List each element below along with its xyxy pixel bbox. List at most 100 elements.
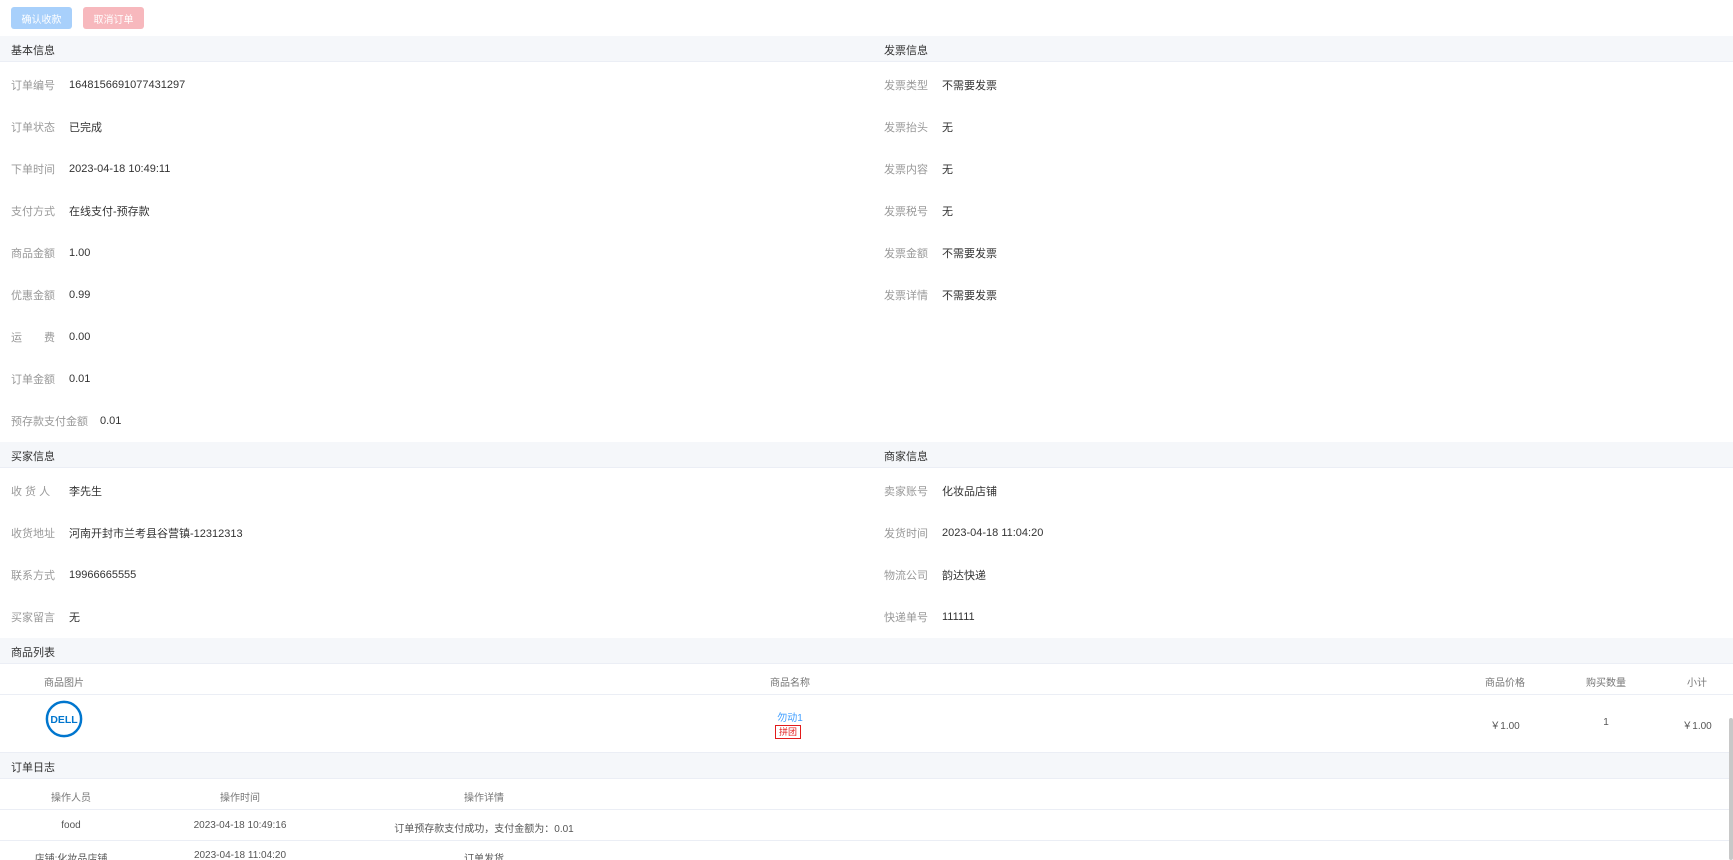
field-label: 发票详情 [884, 290, 928, 302]
field-value: 19966665555 [69, 569, 137, 581]
field-value: 0.99 [69, 289, 91, 301]
field-label: 下单时间 [11, 164, 55, 176]
toolbar: 确认收款 取消订单 [11, 7, 144, 29]
field-value: 无 [942, 164, 953, 176]
log-operator: 店铺:化妆品店铺 [34, 854, 108, 860]
basic-row-shipping-fee: 运 费 0.00 [11, 329, 90, 345]
dell-logo-text: DELL [50, 715, 78, 726]
field-value: 1648156691077431297 [69, 79, 186, 91]
field-value: 不需要发票 [942, 290, 997, 302]
group-buy-tag: 拼团 [775, 725, 802, 739]
basic-row-payment-method: 支付方式 在线支付-预存款 [11, 203, 150, 219]
field-value: 无 [942, 122, 953, 134]
section-header-log: 订单日志 [0, 753, 1733, 779]
field-label: 支付方式 [11, 206, 55, 218]
log-detail: 订单发货 [464, 854, 504, 860]
section-header-goods: 商品列表 [0, 638, 1733, 664]
field-label: 收 货 人 [11, 486, 51, 498]
invoice-row-header: 发票抬头 无 [884, 119, 953, 135]
log-time: 2023-04-18 11:04:20 [193, 850, 287, 860]
seller-row-account: 卖家账号 化妆品店铺 [884, 483, 997, 499]
basic-row-order-amount: 订单金额 0.01 [11, 371, 90, 387]
col-operate-time: 操作时间 [220, 793, 260, 804]
invoice-row-detail: 发票详情 不需要发票 [884, 287, 997, 303]
field-value: 1.00 [69, 247, 91, 259]
invoice-row-amount: 发票金额 不需要发票 [884, 245, 997, 261]
basic-row-deposit-payment: 预存款支付金额 0.01 [11, 413, 121, 429]
field-label: 预存款支付金额 [11, 416, 88, 428]
field-label: 发票抬头 [884, 122, 928, 134]
field-label: 收货地址 [11, 528, 55, 540]
cancel-order-button[interactable]: 取消订单 [83, 7, 144, 29]
buyer-info-title: 买家信息 [11, 451, 55, 463]
field-value: 河南开封市兰考县谷营镇-12312313 [69, 528, 243, 540]
log-detail: 订单预存款支付成功，支付金额为：0.01 [394, 824, 574, 835]
goods-list-title: 商品列表 [11, 647, 55, 659]
field-label: 卖家账号 [884, 486, 928, 498]
field-value: 不需要发票 [942, 80, 997, 92]
field-value: 0.00 [69, 331, 91, 343]
section-header-buyer-seller: 买家信息 商家信息 [0, 442, 1733, 468]
field-label: 联系方式 [11, 570, 55, 582]
field-value: 化妆品店铺 [942, 486, 997, 498]
field-value: 0.01 [69, 373, 91, 385]
basic-row-order-time: 下单时间 2023-04-18 10:49:11 [11, 161, 170, 177]
section-header-basic-invoice: 基本信息 发票信息 [0, 36, 1733, 62]
seller-row-ship-time: 发货时间 2023-04-18 11:04:20 [884, 525, 1043, 541]
table-row: 店铺:化妆品店铺 2023-04-18 11:04:20 订单发货 [0, 841, 1733, 860]
field-label: 运 费 [11, 332, 55, 344]
field-label: 商品金额 [11, 248, 55, 260]
basic-row-discount-amount: 优惠金额 0.99 [11, 287, 90, 303]
col-operator: 操作人员 [51, 793, 91, 804]
basic-row-order-no: 订单编号 1648156691077431297 [11, 77, 185, 93]
field-label: 买家留言 [11, 612, 55, 624]
field-value: 无 [69, 612, 80, 624]
log-operator: food [61, 820, 81, 831]
buyer-row-address: 收货地址 河南开封市兰考县谷营镇-12312313 [11, 525, 243, 541]
table-row: food 2023-04-18 10:49:16 订单预存款支付成功，支付金额为… [0, 811, 1733, 841]
col-goods-price: 商品价格 [1485, 678, 1525, 689]
col-goods-name: 商品名称 [770, 678, 810, 689]
field-value: 2023-04-18 10:49:11 [69, 163, 171, 175]
field-value: 在线支付-预存款 [69, 206, 150, 218]
goods-qty: 1 [1603, 717, 1609, 728]
field-label: 发货时间 [884, 528, 928, 540]
field-label: 发票类型 [884, 80, 928, 92]
buyer-row-contact: 联系方式 19966665555 [11, 567, 136, 583]
basic-row-order-status: 订单状态 已完成 [11, 119, 102, 135]
field-value: 不需要发票 [942, 248, 997, 260]
col-goods-subtotal: 小计 [1687, 678, 1707, 689]
field-value: 已完成 [69, 122, 102, 134]
field-value: 无 [942, 206, 953, 218]
goods-price: ￥1.00 [1490, 721, 1520, 732]
field-label: 发票金额 [884, 248, 928, 260]
field-label: 物流公司 [884, 570, 928, 582]
field-value: 2023-04-18 11:04:20 [942, 527, 1044, 539]
buyer-row-message: 买家留言 无 [11, 609, 80, 625]
invoice-row-content: 发票内容 无 [884, 161, 953, 177]
basic-info-title: 基本信息 [11, 45, 55, 57]
field-label: 优惠金额 [11, 290, 55, 302]
vertical-scrollbar[interactable] [1729, 718, 1733, 860]
goods-table-header: 商品图片 商品名称 商品价格 购买数量 小计 [0, 665, 1733, 695]
field-label: 发票内容 [884, 164, 928, 176]
confirm-payment-button[interactable]: 确认收款 [11, 7, 72, 29]
field-value: 李先生 [69, 486, 102, 498]
dell-logo-image[interactable]: DELL [45, 700, 83, 738]
invoice-row-type: 发票类型 不需要发票 [884, 77, 997, 93]
field-value: 0.01 [100, 415, 122, 427]
field-label: 订单金额 [11, 374, 55, 386]
invoice-row-tax-no: 发票税号 无 [884, 203, 953, 219]
order-log-title: 订单日志 [11, 762, 55, 774]
goods-subtotal: ￥1.00 [1682, 721, 1712, 732]
log-table-header: 操作人员 操作时间 操作详情 [0, 780, 1733, 810]
col-operate-detail: 操作详情 [464, 793, 504, 804]
col-goods-qty: 购买数量 [1586, 678, 1626, 689]
goods-name-link[interactable]: 勿动1 [777, 709, 803, 724]
log-time: 2023-04-18 10:49:16 [193, 820, 287, 831]
seller-info-title: 商家信息 [884, 451, 928, 463]
field-value: 111111 [942, 611, 975, 623]
field-label: 发票税号 [884, 206, 928, 218]
col-goods-image: 商品图片 [44, 678, 84, 689]
field-label: 订单状态 [11, 122, 55, 134]
